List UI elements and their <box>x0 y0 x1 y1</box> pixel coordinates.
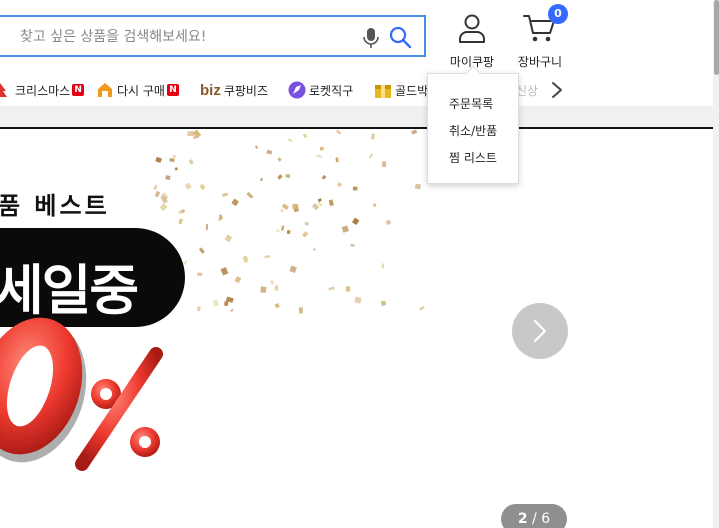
page-separator: / <box>527 511 542 527</box>
search-icon[interactable] <box>388 25 412 49</box>
page-current: 2 <box>517 511 528 527</box>
cart-label: 장바구니 <box>517 55 563 69</box>
dropdown-item-wishlist[interactable]: 찜 리스트 <box>449 149 497 166</box>
scrollbar-track[interactable] <box>713 0 719 528</box>
microphone-icon[interactable] <box>362 27 380 49</box>
christmas-icon <box>0 83 7 97</box>
search-input[interactable] <box>20 26 350 48</box>
search-box[interactable] <box>0 15 426 57</box>
banner-subtitle: 품 베스트 <box>0 192 110 220</box>
page-total: 6 <box>541 511 551 527</box>
category-item-rebuy[interactable]: 다시 구매 N <box>96 75 179 105</box>
chevron-right-icon <box>533 319 547 343</box>
rocket-direct-icon <box>288 81 306 99</box>
hero-banner[interactable]: 품 베스트 세일중 2 / 6 <box>0 129 714 528</box>
category-label: 신상 <box>516 83 539 98</box>
biz-icon: biz <box>200 81 221 99</box>
new-badge: N <box>166 84 179 96</box>
mypage-dropdown: 주문목록 취소/반품 찜 리스트 <box>427 73 519 184</box>
category-label: 다시 구매 <box>117 83 165 98</box>
percent-graphic <box>0 317 163 471</box>
rebuy-icon <box>98 83 112 97</box>
dropdown-item-orders[interactable]: 주문목록 <box>449 95 493 112</box>
category-item-rocket-direct[interactable]: 로켓직구 <box>288 75 353 105</box>
mypage-button[interactable]: 마이쿠팡 <box>446 12 498 69</box>
scrollbar-thumb[interactable] <box>714 0 719 75</box>
category-item-christmas[interactable]: 크리스마스 N <box>0 75 85 105</box>
cart-button[interactable]: 0 장바구니 <box>512 4 568 69</box>
category-item-biz[interactable]: biz 쿠팡비즈 <box>200 75 268 105</box>
category-label: 쿠팡비즈 <box>223 83 269 98</box>
banner-next-button[interactable] <box>512 303 568 359</box>
chevron-right-icon[interactable] <box>548 80 566 100</box>
category-label: 로켓직구 <box>309 83 354 98</box>
nav-separator-band <box>0 106 714 128</box>
goldbox-icon <box>375 85 391 98</box>
cart-count-badge: 0 <box>548 4 568 24</box>
new-badge: N <box>72 84 85 96</box>
user-icon <box>459 14 485 43</box>
banner-page-indicator: 2 / 6 <box>501 504 567 528</box>
category-item-new[interactable]: 신상 <box>516 75 538 105</box>
dropdown-item-returns[interactable]: 취소/반품 <box>449 122 497 139</box>
category-label: 크리스마스 <box>15 83 71 98</box>
